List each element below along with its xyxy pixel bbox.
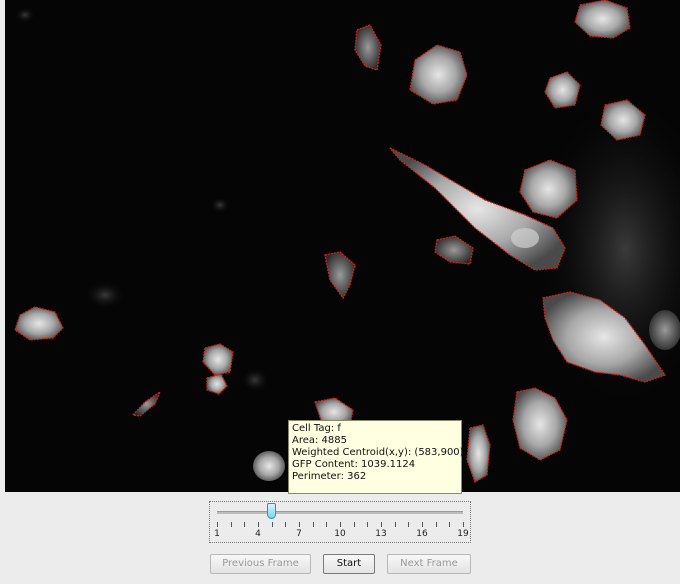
slider-tick-label: 4 (255, 529, 261, 539)
slider-tick (463, 522, 464, 527)
cell-o (466, 424, 491, 483)
slider-tick (258, 522, 259, 527)
slider-tick (312, 522, 314, 527)
slider-tick (408, 522, 410, 527)
cell-h (324, 251, 356, 300)
slider-tick-label: 19 (457, 529, 469, 539)
cell-l (206, 373, 228, 395)
slider-tick-label: 7 (296, 529, 302, 539)
slider-tick (271, 522, 273, 527)
tooltip-perimeter: Perimeter: 362 (292, 471, 367, 482)
slider-tick (340, 522, 341, 527)
cell-info-tooltip: Cell Tag: f Area: 4885 Weighted Centroid… (288, 420, 464, 494)
slider-tick (353, 522, 355, 527)
start-button[interactable]: Start (323, 554, 375, 574)
slider-tick (230, 522, 232, 527)
slider-tick (285, 522, 287, 527)
cell-b (354, 24, 382, 71)
slider-tick-label: 16 (416, 529, 428, 539)
slider-tick (449, 522, 451, 527)
slider-tick (326, 522, 328, 527)
microscopy-image-viewer[interactable] (5, 0, 680, 492)
slider-tick (381, 522, 382, 527)
slider-tick (367, 522, 369, 527)
tooltip-centroid: Weighted Centroid(x,y): (583,900) (292, 447, 464, 458)
slider-tick (299, 522, 300, 527)
tooltip-area: Area: 4885 (292, 435, 348, 446)
frame-slider[interactable]: 1 4 7 10 13 16 19 (209, 501, 471, 543)
tooltip-gfp-content: GFP Content: 1039.1124 (292, 459, 416, 470)
slider-tick (435, 522, 437, 527)
cell-k (202, 343, 234, 376)
slider-tick (422, 522, 423, 527)
cell-i (14, 306, 64, 341)
previous-frame-button[interactable]: Previous Frame (210, 554, 311, 574)
cell-image (14, 0, 680, 483)
cell-n (512, 387, 568, 461)
cell-a (574, 0, 631, 39)
slider-track[interactable] (217, 511, 463, 514)
cell-g (434, 235, 474, 265)
slider-tick (217, 522, 218, 527)
slider-thumb[interactable] (267, 503, 277, 519)
cell-c (409, 44, 468, 105)
tooltip-cell-tag: Cell Tag: f (292, 423, 341, 434)
cell-d (544, 71, 581, 109)
slider-tick (394, 522, 396, 527)
slider-tick (244, 522, 246, 527)
cell-m (131, 390, 162, 417)
slider-tick-label: 1 (214, 529, 220, 539)
slider-tick-label: 13 (375, 529, 387, 539)
slider-tick-label: 10 (334, 529, 346, 539)
next-frame-button[interactable]: Next Frame (387, 554, 471, 574)
